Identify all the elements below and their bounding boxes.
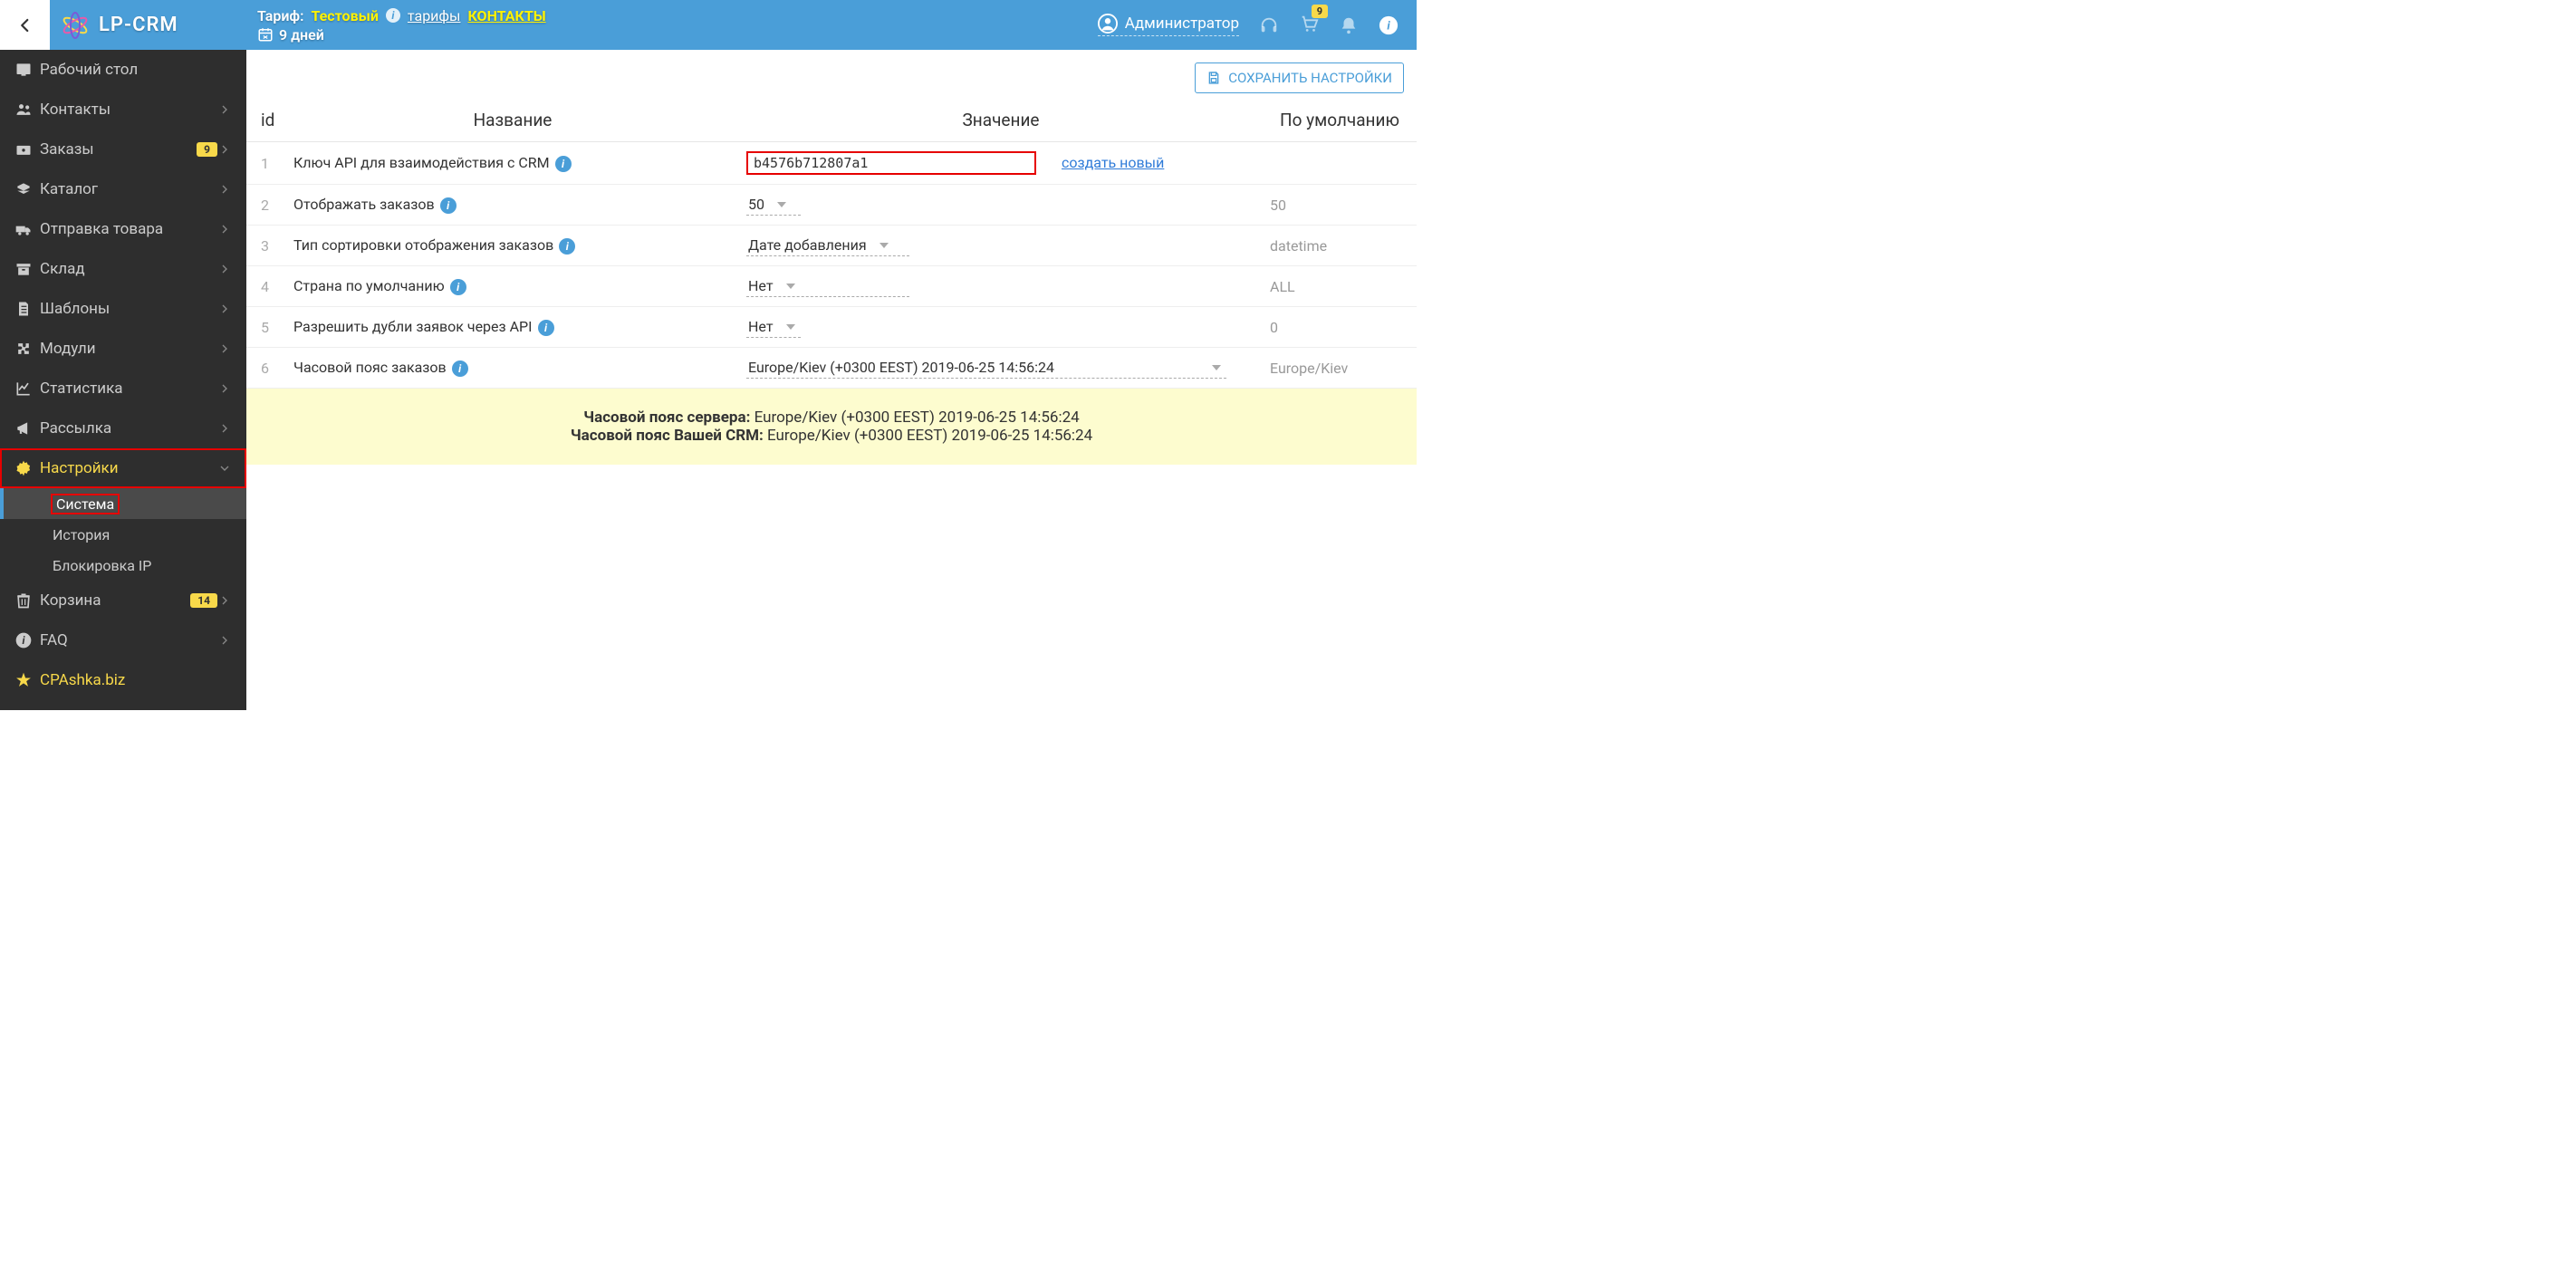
contacts-icon (14, 101, 40, 119)
cart-button[interactable]: 9 (1299, 14, 1319, 37)
info-icon[interactable]: i (538, 320, 554, 336)
table-row: 5 Разрешить дубли заявок через APIi Нет … (246, 307, 1417, 348)
dashboard-icon (14, 61, 40, 79)
gear-icon (14, 459, 40, 477)
calendar-icon (257, 26, 274, 43)
chevron-right-icon (217, 182, 232, 197)
chevron-right-icon (217, 262, 232, 276)
nav-dashboard[interactable]: Рабочий стол (0, 50, 246, 90)
table-row: 6 Часовой пояс заказовi Europe/Kiev (+03… (246, 348, 1417, 389)
info-icon[interactable]: i (559, 238, 575, 255)
bell-icon[interactable] (1339, 15, 1359, 35)
user-icon (1098, 14, 1118, 34)
chevron-right-icon (217, 222, 232, 236)
document-icon (14, 300, 40, 318)
info-icon[interactable]: i (450, 279, 466, 295)
table-row: 3 Тип сортировки отображения заказовi Да… (246, 226, 1417, 266)
sub-block-ip[interactable]: Блокировка IP (0, 550, 246, 581)
sub-system[interactable]: Система (0, 488, 246, 519)
tariff-label: Тариф: (257, 7, 303, 24)
settings-table: id Название Значение По умолчанию 1 Ключ… (246, 99, 1417, 389)
table-row: 4 Страна по умолчаниюi Нет ALL (246, 266, 1417, 307)
headset-icon[interactable] (1259, 15, 1279, 35)
sidebar: Рабочий стол Контакты Заказы 9 Каталог О… (0, 50, 246, 710)
chevron-right-icon (217, 341, 232, 356)
allow-duplicates-select[interactable]: Нет (746, 316, 801, 338)
truck-icon (14, 220, 40, 238)
dropdown-icon (879, 243, 889, 248)
nav-contacts[interactable]: Контакты (0, 90, 246, 130)
trash-icon (14, 591, 40, 610)
dropdown-icon (786, 324, 795, 330)
tariff-value: Тестовый (311, 7, 378, 24)
nav-settings[interactable]: Настройки (0, 448, 246, 488)
info-icon: i (14, 631, 40, 649)
info-icon[interactable]: i (386, 8, 400, 23)
create-new-key-link[interactable]: создать новый (1062, 154, 1164, 171)
nav-mailing[interactable]: Рассылка (0, 409, 246, 448)
chevron-right-icon (217, 142, 232, 157)
nav-shipping[interactable]: Отправка товара (0, 209, 246, 249)
timezone-banner: Часовой пояс сервера: Europe/Kiev (+0300… (246, 389, 1417, 465)
user-name: Администратор (1125, 14, 1239, 33)
dropdown-icon (1212, 365, 1221, 370)
default-country-select[interactable]: Нет (746, 275, 909, 297)
api-key-value: b4576b712807a1 (746, 151, 1036, 175)
sort-type-select[interactable]: Дате добавления (746, 235, 909, 256)
info-icon[interactable]: i (440, 197, 457, 214)
nav-faq[interactable]: i FAQ (0, 620, 246, 660)
chevron-down-icon (217, 461, 232, 476)
chevron-right-icon (217, 302, 232, 316)
nav-orders[interactable]: Заказы 9 (0, 130, 246, 169)
info-icon[interactable]: i (555, 156, 572, 172)
nav-catalog[interactable]: Каталог (0, 169, 246, 209)
cart-badge: 9 (1312, 5, 1328, 18)
star-icon (14, 671, 40, 689)
days-remaining: 9 дней (279, 26, 324, 43)
col-id: id (246, 99, 286, 142)
megaphone-icon (14, 419, 40, 437)
chevron-right-icon (217, 633, 232, 648)
timezone-select[interactable]: Europe/Kiev (+0300 EEST) 2019-06-25 14:5… (746, 357, 1226, 379)
orders-icon (14, 140, 40, 159)
col-value: Значение (739, 99, 1263, 142)
tariffs-link[interactable]: тарифы (408, 7, 461, 24)
archive-icon (14, 260, 40, 278)
save-settings-button[interactable]: СОХРАНИТЬ НАСТРОЙКИ (1195, 62, 1404, 93)
col-name: Название (286, 99, 739, 142)
sub-history[interactable]: История (0, 519, 246, 550)
catalog-icon (14, 180, 40, 198)
contacts-link[interactable]: КОНТАКТЫ (467, 7, 545, 24)
user-menu[interactable]: Администратор (1098, 14, 1239, 36)
chevron-right-icon (217, 593, 232, 608)
trash-badge: 14 (190, 593, 217, 608)
table-row: 1 Ключ API для взаимодействия с CRMi b45… (246, 142, 1417, 185)
chevron-right-icon (217, 381, 232, 396)
nav-templates[interactable]: Шаблоны (0, 289, 246, 329)
back-button[interactable] (0, 0, 50, 50)
nav-stats[interactable]: Статистика (0, 369, 246, 409)
col-default: По умолчанию (1263, 99, 1417, 142)
chevron-right-icon (217, 102, 232, 117)
nav-warehouse[interactable]: Склад (0, 249, 246, 289)
puzzle-icon (14, 340, 40, 358)
tariff-info: Тариф: Тестовый i тарифы КОНТАКТЫ 9 дней (246, 7, 546, 43)
save-icon (1206, 71, 1221, 85)
dropdown-icon (777, 202, 786, 207)
table-row: 2 Отображать заказовi 50 50 (246, 185, 1417, 226)
chevron-right-icon (217, 421, 232, 436)
info-icon[interactable]: i (1379, 15, 1399, 35)
orders-per-page-select[interactable]: 50 (746, 194, 801, 216)
logo-icon (61, 11, 90, 40)
chart-icon (14, 380, 40, 398)
orders-badge: 9 (197, 142, 217, 157)
nav-modules[interactable]: Модули (0, 329, 246, 369)
dropdown-icon (786, 284, 795, 289)
info-icon[interactable]: i (452, 360, 468, 377)
brand-name: LP-CRM (99, 14, 178, 36)
nav-cpashka[interactable]: CPAshka.biz (0, 660, 246, 700)
brand-logo[interactable]: LP-CRM (50, 0, 246, 50)
nav-trash[interactable]: Корзина 14 (0, 581, 246, 620)
